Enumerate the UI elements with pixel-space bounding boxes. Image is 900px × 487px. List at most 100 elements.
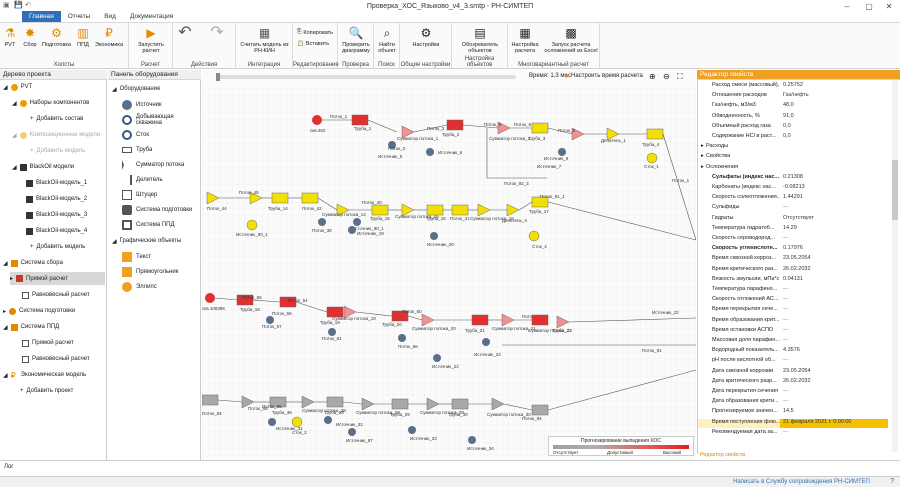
property-value[interactable]: — <box>780 357 888 366</box>
property-value[interactable]: 0.04131 <box>780 276 888 285</box>
diagram-canvas[interactable]: скв.262 Поток_1 Труба_1 Поток_2 Источник_5 Су… <box>202 70 696 460</box>
property-value[interactable]: 23.05.2054 <box>780 255 888 264</box>
time-slider[interactable] <box>216 75 516 79</box>
equipment-section[interactable]: ◢ Оборудование <box>112 84 160 94</box>
property-value[interactable]: 0,0 <box>780 123 888 132</box>
pvt-button[interactable]: ⚗ PVT <box>2 25 18 48</box>
property-value[interactable]: 0.21308 <box>780 174 888 183</box>
property-row[interactable]: Время поступления флю... 21 февраля 2021 … <box>698 418 888 428</box>
property-value[interactable]: 0.17976 <box>780 245 888 254</box>
zoom-in-icon[interactable]: ⊕ <box>649 72 656 81</box>
pipe-node[interactable] <box>271 192 289 204</box>
property-value[interactable]: 23.05.2054 <box>780 368 888 377</box>
tab-reports[interactable]: Отчеты <box>61 11 97 22</box>
property-value[interactable]: 26.02.2032 <box>780 378 888 387</box>
redo-button[interactable]: ↷ <box>209 25 225 42</box>
tree-add-model[interactable]: + Добавить модель <box>30 146 85 156</box>
property-value[interactable]: — <box>780 317 888 326</box>
tab-docs[interactable]: Документация <box>123 11 180 22</box>
property-value[interactable]: 26.02.2032 <box>780 266 888 275</box>
tree-item-blackoil[interactable]: ◢ BlackOil модели <box>12 162 74 172</box>
source-node[interactable] <box>558 148 566 156</box>
property-value[interactable]: — <box>780 235 888 244</box>
graphic-ellipse[interactable]: Эллипс <box>122 281 157 293</box>
property-row[interactable]: Рекомендуемая дата за... — <box>698 429 888 438</box>
source-node[interactable] <box>318 218 326 226</box>
property-row[interactable]: Время сквозной корроз... 23.05.2054 <box>698 255 888 264</box>
property-value[interactable]: 1.44291 <box>780 194 888 203</box>
pipe-node[interactable] <box>451 398 469 410</box>
paste-button[interactable]: 📋 Вставить <box>297 41 329 47</box>
source-node[interactable] <box>268 418 276 426</box>
tree-item-ppd[interactable]: ◢ Система ППД <box>3 322 59 332</box>
calc-settings-button[interactable]: ▦ Настройка расчета <box>510 25 540 54</box>
tree-item-comp-models[interactable]: ◢ Композиционные модели <box>12 130 100 140</box>
copy-button[interactable]: ⎘ Копировать <box>297 29 333 36</box>
equip-pipe[interactable]: Труба <box>122 144 152 156</box>
pipe-node[interactable] <box>531 404 549 416</box>
property-value[interactable]: 14.5 <box>780 408 888 417</box>
property-group[interactable]: ▸ Осложнения <box>698 164 888 173</box>
tab-view[interactable]: Вид <box>97 11 123 22</box>
diagram-svg[interactable]: скв.262 Поток_1 Труба_1 Поток_2 Источник_5 Су… <box>202 70 696 460</box>
pipe-node[interactable] <box>446 119 464 131</box>
properties-scrollbar[interactable] <box>892 80 898 452</box>
property-value[interactable]: 21 февраля 2021 г. 0:00:00 <box>780 418 888 428</box>
property-row[interactable]: Дата перекрытия сечения — <box>698 388 888 397</box>
preparation-button[interactable]: ⚙ Подготовка <box>42 25 71 48</box>
equip-choke[interactable]: Штуцер <box>122 189 157 201</box>
tree-add-composition[interactable]: + Добавить состав <box>30 114 83 124</box>
pipe-node[interactable] <box>531 122 549 134</box>
property-row[interactable]: Карбонаты (индекс нас... -0.08213 <box>698 184 888 193</box>
property-row[interactable]: Массовая доля парафин... — <box>698 337 888 346</box>
property-value[interactable]: — <box>780 337 888 346</box>
pipe-node[interactable] <box>391 398 409 410</box>
property-row[interactable]: Вязкость эмульсии, мПа*с 0.04131 <box>698 276 888 285</box>
property-row[interactable]: Объемный расход газа 0,0 <box>698 123 888 132</box>
pipe-node[interactable] <box>531 314 549 326</box>
property-group[interactable]: ▸ Расходы <box>698 143 888 152</box>
property-row[interactable]: pH после кислотной об... — <box>698 357 888 366</box>
log-tab[interactable]: Лог <box>4 464 13 470</box>
property-row[interactable]: Дата образования крити... — <box>698 398 888 407</box>
tree-item-ppd-equilibrium[interactable]: Равновесный расчет <box>22 354 90 364</box>
read-kin-button[interactable]: ▦ Считать модель из РН-КИН <box>238 25 291 54</box>
source-node[interactable] <box>328 328 336 336</box>
property-value[interactable]: — <box>780 388 888 397</box>
property-row[interactable]: Водородный показатель... 4.3576 <box>698 347 888 356</box>
property-row[interactable]: Температура парафино... — <box>698 286 888 295</box>
tree-item-components[interactable]: ◢ Наборы компонентов <box>12 98 89 108</box>
property-row[interactable]: Сульфиды — <box>698 204 888 213</box>
property-value[interactable]: Отсутствует <box>780 215 888 224</box>
property-value[interactable]: — <box>780 398 888 407</box>
close-icon[interactable]: ✕ <box>878 0 900 12</box>
equip-sink[interactable]: Сток <box>122 129 149 141</box>
pipe-node[interactable] <box>471 314 489 326</box>
pipe-node[interactable] <box>202 394 219 406</box>
property-row[interactable]: Расход смеси (массовый), т/сут0.25752 <box>698 82 888 91</box>
property-value[interactable]: 91,0 <box>780 113 888 122</box>
property-value[interactable]: 4.3576 <box>780 347 888 356</box>
tree-item-ppd-direct[interactable]: Прямой расчет <box>22 338 74 348</box>
property-row[interactable]: Время образования крит... — <box>698 317 888 326</box>
property-row[interactable]: Время остановки АСПО — <box>698 327 888 336</box>
source-node[interactable] <box>348 428 356 436</box>
equip-divider[interactable]: Делитель <box>122 174 163 186</box>
source-node[interactable] <box>353 218 361 226</box>
tree-item-blackoil-4[interactable]: BlackOil-модель_4 <box>26 226 87 236</box>
source-node[interactable] <box>398 334 406 342</box>
equip-well[interactable]: Добывающая скважина <box>122 114 200 126</box>
property-row[interactable]: Газ/нефть, м3/м3 48,0 <box>698 102 888 111</box>
property-value[interactable]: — <box>780 204 888 213</box>
pipe-node[interactable] <box>646 128 664 140</box>
source-node[interactable] <box>266 316 274 324</box>
source-node[interactable] <box>482 338 490 346</box>
tree-item-direct-calc[interactable]: ▸ Прямой расчет <box>10 272 105 285</box>
source-node[interactable] <box>433 354 441 362</box>
property-row[interactable]: Скорость отложений АС... — <box>698 296 888 305</box>
zoom-out-icon[interactable]: ⊖ <box>663 72 670 81</box>
property-value[interactable]: — <box>780 306 888 315</box>
excel-run-button[interactable]: ▩ Запуск расчета осложнений из Excel <box>544 25 598 54</box>
property-row[interactable]: Отношение расходов Газ/нефть <box>698 92 888 101</box>
pipe-node[interactable] <box>301 192 319 204</box>
